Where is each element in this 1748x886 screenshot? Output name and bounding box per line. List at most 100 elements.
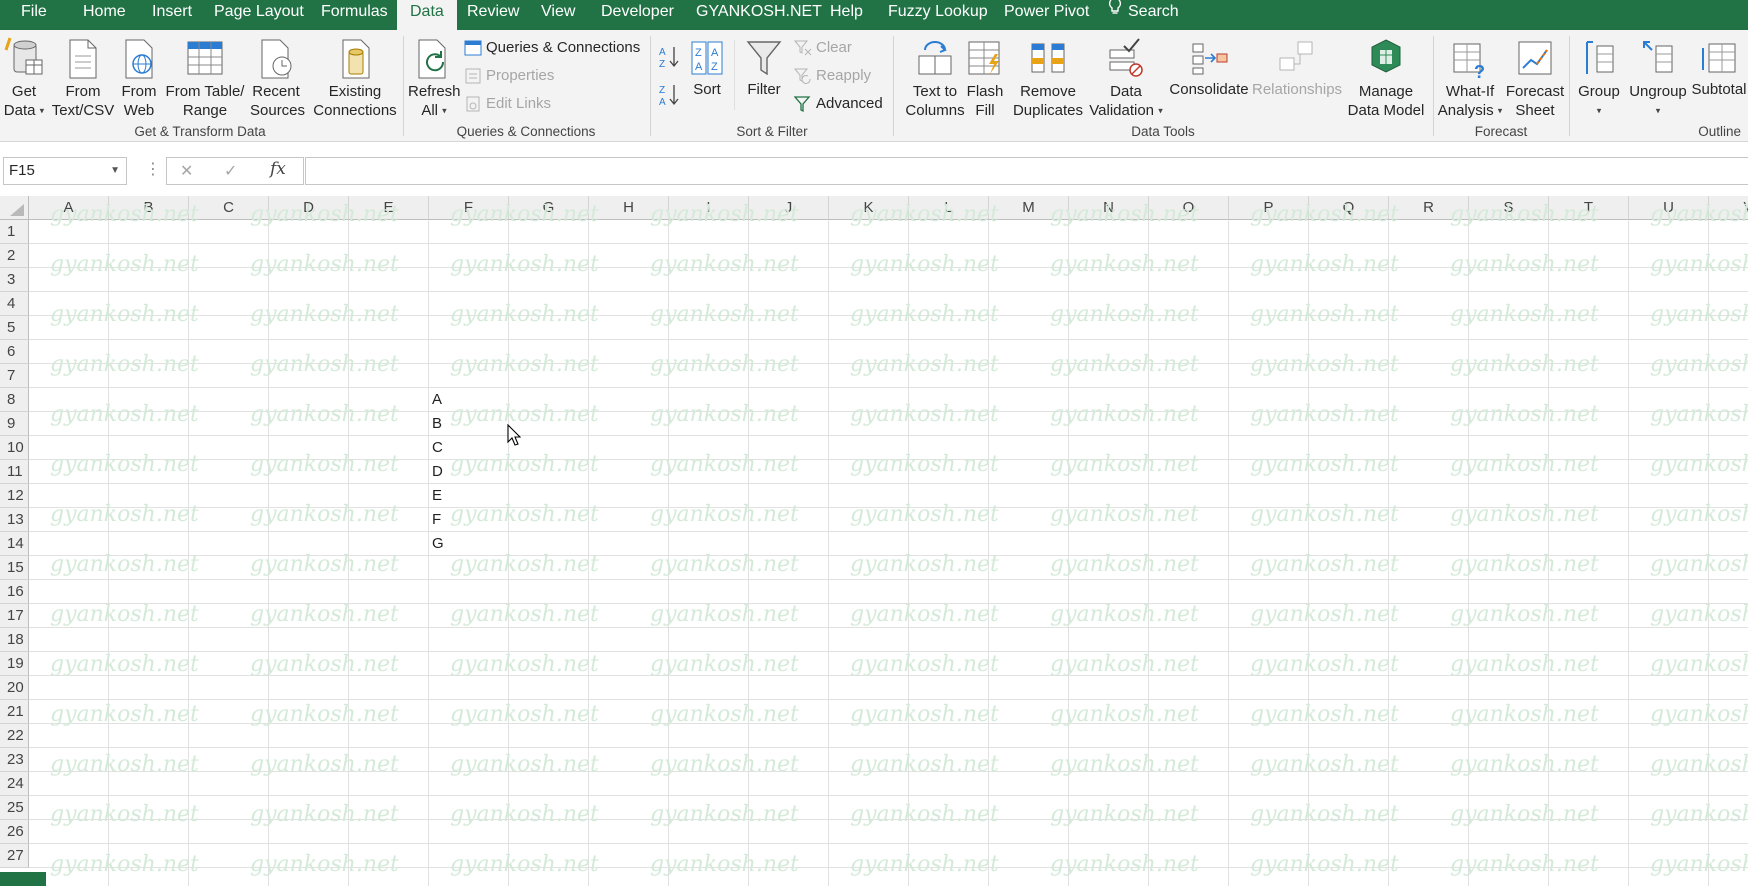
row-header-4[interactable]: 4 xyxy=(0,292,29,316)
tell-me-search[interactable]: Search xyxy=(1108,0,1179,30)
row-header-21[interactable]: 21 xyxy=(0,700,29,724)
tab-file[interactable]: File xyxy=(21,0,47,30)
cell-f11[interactable]: D xyxy=(429,460,509,484)
row-header-16[interactable]: 16 xyxy=(0,580,29,604)
cell-f10[interactable]: C xyxy=(429,436,509,460)
column-header-r[interactable]: R xyxy=(1389,196,1469,220)
enter-icon[interactable]: ✓ xyxy=(224,161,237,181)
clear-filter-button[interactable]: Clear xyxy=(793,37,852,59)
column-header-o[interactable]: O xyxy=(1149,196,1229,220)
row-header-14[interactable]: 14 xyxy=(0,532,29,556)
row-header-13[interactable]: 13 xyxy=(0,508,29,532)
column-header-p[interactable]: P xyxy=(1229,196,1309,220)
column-header-j[interactable]: J xyxy=(749,196,829,220)
tab-review[interactable]: Review xyxy=(467,0,519,30)
cell-f8[interactable]: A xyxy=(429,388,509,412)
properties-button[interactable]: Properties xyxy=(464,65,554,87)
name-box[interactable]: F15 ▼ xyxy=(3,157,127,185)
column-header-h[interactable]: H xyxy=(589,196,669,220)
advanced-filter-button[interactable]: Advanced xyxy=(793,93,883,115)
sort-a-to-z-button[interactable]: AZ xyxy=(658,44,682,72)
row-header-10[interactable]: 10 xyxy=(0,436,29,460)
tab-developer[interactable]: Developer xyxy=(601,0,674,30)
from-web-button[interactable]: From Web xyxy=(118,36,160,120)
column-header-a[interactable]: A xyxy=(29,196,109,220)
tab-gyankosh[interactable]: GYANKOSH.NET xyxy=(696,0,822,30)
column-header-m[interactable]: M xyxy=(989,196,1069,220)
row-header-7[interactable]: 7 xyxy=(0,364,29,388)
tab-fuzzy-lookup[interactable]: Fuzzy Lookup xyxy=(888,0,988,30)
tab-insert[interactable]: Insert xyxy=(152,0,192,30)
column-header-c[interactable]: C xyxy=(189,196,269,220)
column-header-f[interactable]: F xyxy=(429,196,509,220)
row-header-23[interactable]: 23 xyxy=(0,748,29,772)
cell-f13[interactable]: F xyxy=(429,508,509,532)
row-header-24[interactable]: 24 xyxy=(0,772,29,796)
select-all-corner[interactable] xyxy=(0,196,29,220)
column-header-e[interactable]: E xyxy=(349,196,429,220)
row-header-9[interactable]: 9 xyxy=(0,412,29,436)
row-header-17[interactable]: 17 xyxy=(0,604,29,628)
row-header-2[interactable]: 2 xyxy=(0,244,29,268)
column-header-s[interactable]: S xyxy=(1469,196,1549,220)
column-header-g[interactable]: G xyxy=(509,196,589,220)
row-header-6[interactable]: 6 xyxy=(0,340,29,364)
relationships-button[interactable]: Relationships xyxy=(1252,36,1342,99)
insert-function-icon[interactable]: fx xyxy=(270,159,286,179)
tab-view[interactable]: View xyxy=(541,0,575,30)
column-header-d[interactable]: D xyxy=(269,196,349,220)
column-header-n[interactable]: N xyxy=(1069,196,1149,220)
tab-home[interactable]: Home xyxy=(83,0,126,30)
manage-data-model-button[interactable]: Manage Data Model xyxy=(1346,36,1426,120)
worksheet-grid[interactable]: ABCDEFGHIJKLMNOPQRSTUV 12345678910111213… xyxy=(0,196,1748,886)
tab-help[interactable]: Help xyxy=(830,0,863,30)
column-header-i[interactable]: I xyxy=(669,196,749,220)
recent-sources-button[interactable]: Recent Sources xyxy=(250,36,305,120)
more-options-icon[interactable]: ⋮ xyxy=(145,160,161,180)
row-header-25[interactable]: 25 xyxy=(0,796,29,820)
filter-button[interactable]: Filter xyxy=(742,36,786,99)
sort-z-to-a-button[interactable]: ZA xyxy=(658,82,682,110)
chevron-down-icon[interactable]: ▼ xyxy=(110,158,120,184)
data-validation-button[interactable]: Data Validation ▾ xyxy=(1086,36,1166,121)
row-header-1[interactable]: 1 xyxy=(0,220,29,244)
row-header-19[interactable]: 19 xyxy=(0,652,29,676)
row-header-18[interactable]: 18 xyxy=(0,628,29,652)
cell-f12[interactable]: E xyxy=(429,484,509,508)
tab-data[interactable]: Data xyxy=(397,0,457,32)
existing-connections-button[interactable]: Existing Connections xyxy=(312,36,398,120)
cell-f14[interactable]: G xyxy=(429,532,509,556)
column-header-k[interactable]: K xyxy=(829,196,909,220)
formula-input[interactable] xyxy=(305,157,1748,185)
subtotal-button[interactable]: Subtotal xyxy=(1690,36,1748,99)
column-header-l[interactable]: L xyxy=(909,196,989,220)
column-header-t[interactable]: T xyxy=(1549,196,1629,220)
get-data-button[interactable]: Get Data ▾ xyxy=(2,36,46,121)
cell-f9[interactable]: B xyxy=(429,412,509,436)
row-header-22[interactable]: 22 xyxy=(0,724,29,748)
row-header-15[interactable]: 15 xyxy=(0,556,29,580)
remove-duplicates-button[interactable]: Remove Duplicates xyxy=(1010,36,1086,120)
tab-formulas[interactable]: Formulas xyxy=(321,0,388,30)
what-if-analysis-button[interactable]: ? What-If Analysis ▾ xyxy=(1436,36,1504,121)
row-header-12[interactable]: 12 xyxy=(0,484,29,508)
from-text-csv-button[interactable]: From Text/CSV xyxy=(50,36,116,120)
forecast-sheet-button[interactable]: Forecast Sheet xyxy=(1504,36,1566,120)
ungroup-button[interactable]: Ungroup ▾ xyxy=(1626,36,1690,121)
tab-power-pivot[interactable]: Power Pivot xyxy=(1004,0,1089,30)
tab-page-layout[interactable]: Page Layout xyxy=(214,0,304,30)
row-header-26[interactable]: 26 xyxy=(0,820,29,844)
column-header-u[interactable]: U xyxy=(1629,196,1709,220)
row-header-5[interactable]: 5 xyxy=(0,316,29,340)
sort-button[interactable]: ZAAZ Sort xyxy=(688,36,726,99)
column-header-v[interactable]: V xyxy=(1709,196,1748,220)
refresh-all-button[interactable]: Refresh All ▾ xyxy=(408,36,461,121)
row-header-27[interactable]: 27 xyxy=(0,844,29,868)
edit-links-button[interactable]: Edit Links xyxy=(464,93,551,115)
group-button[interactable]: Group ▾ xyxy=(1574,36,1624,121)
row-header-11[interactable]: 11 xyxy=(0,460,29,484)
row-header-20[interactable]: 20 xyxy=(0,676,29,700)
queries-connections-button[interactable]: Queries & Connections xyxy=(464,37,640,59)
column-header-q[interactable]: Q xyxy=(1309,196,1389,220)
cancel-icon[interactable]: ✕ xyxy=(180,161,193,181)
